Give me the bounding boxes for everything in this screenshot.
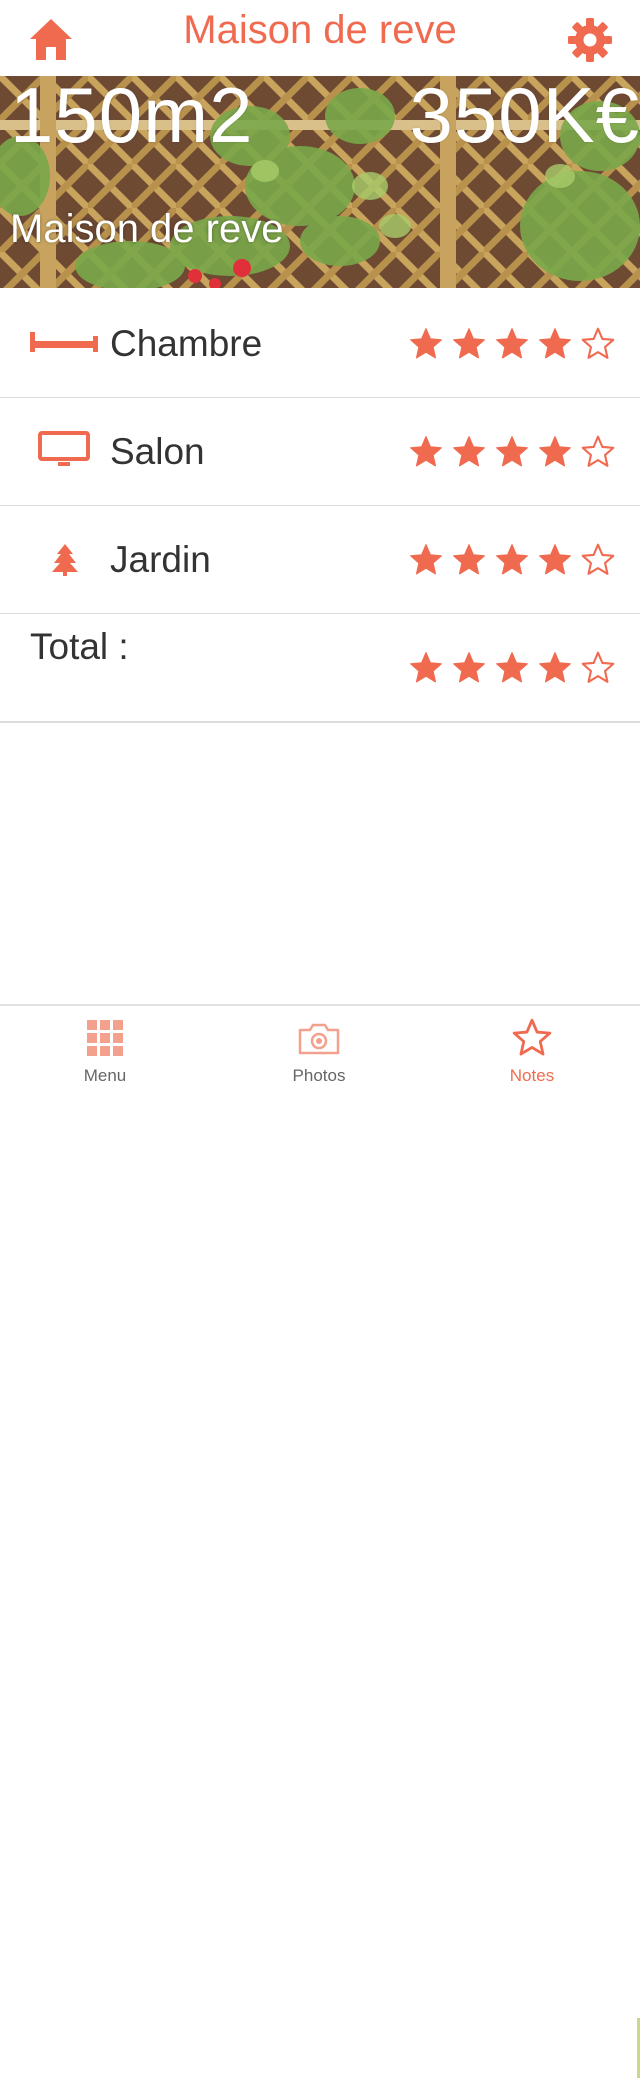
hero-banner: 150m2 350K€ Maison de reve [0, 76, 640, 288]
star-filled-icon [539, 652, 571, 683]
star-filled-icon[interactable] [537, 326, 573, 362]
page-title: Maison de reve [183, 8, 457, 52]
tv-icon [38, 431, 90, 466]
tab-photos[interactable]: Photos [259, 1006, 379, 1098]
star-icon [512, 1018, 552, 1056]
star-filled-icon [496, 652, 528, 683]
app-header: Maison de reve [0, 0, 640, 76]
star-filled-icon[interactable] [494, 542, 530, 578]
total-star-rating [408, 650, 616, 686]
star-empty-icon[interactable] [580, 434, 616, 470]
star-filled-icon[interactable] [408, 542, 444, 578]
rating-label: Chambre [110, 323, 263, 364]
gear-icon[interactable] [566, 16, 614, 64]
star-empty-icon [581, 651, 615, 683]
star-rating[interactable] [408, 542, 616, 578]
star-filled-icon[interactable] [451, 434, 487, 470]
rating-row-total: Total : [0, 614, 640, 723]
star-filled-icon[interactable] [408, 434, 444, 470]
star-rating[interactable] [408, 434, 616, 470]
tab-notes[interactable]: Notes [472, 1006, 592, 1098]
star-rating[interactable] [408, 326, 616, 362]
tab-label: Menu [83, 1066, 127, 1085]
rating-row-jardin: Jardin [0, 506, 640, 615]
star-filled-icon[interactable] [451, 326, 487, 362]
bottom-tab-bar: Menu Photos Notes [0, 1004, 640, 2078]
rating-label: Jardin [110, 539, 211, 580]
property-name: Maison de reve [10, 207, 284, 251]
star-filled-icon[interactable] [494, 434, 530, 470]
star-filled-icon[interactable] [451, 542, 487, 578]
rating-row-salon: Salon [0, 398, 640, 507]
star-filled-icon [453, 652, 485, 683]
tab-label: Notes [509, 1066, 555, 1085]
rating-row-chambre: Chambre [0, 290, 640, 399]
star-filled-icon [410, 652, 442, 683]
star-filled-icon[interactable] [537, 434, 573, 470]
tab-menu[interactable]: Menu [45, 1006, 165, 1098]
tab-label: Photos [292, 1066, 346, 1085]
star-empty-icon[interactable] [580, 326, 616, 362]
rating-label: Salon [110, 431, 205, 472]
star-empty-icon[interactable] [580, 542, 616, 578]
bed-icon [30, 332, 98, 352]
total-label: Total : [30, 626, 129, 667]
star-filled-icon[interactable] [537, 542, 573, 578]
price-value: 350K€ [409, 76, 640, 159]
star-filled-icon[interactable] [494, 326, 530, 362]
star-filled-icon[interactable] [408, 326, 444, 362]
tree-icon [52, 544, 78, 576]
camera-icon [298, 1023, 340, 1055]
area-value: 150m2 [10, 76, 254, 159]
grid-icon [87, 1020, 123, 1056]
